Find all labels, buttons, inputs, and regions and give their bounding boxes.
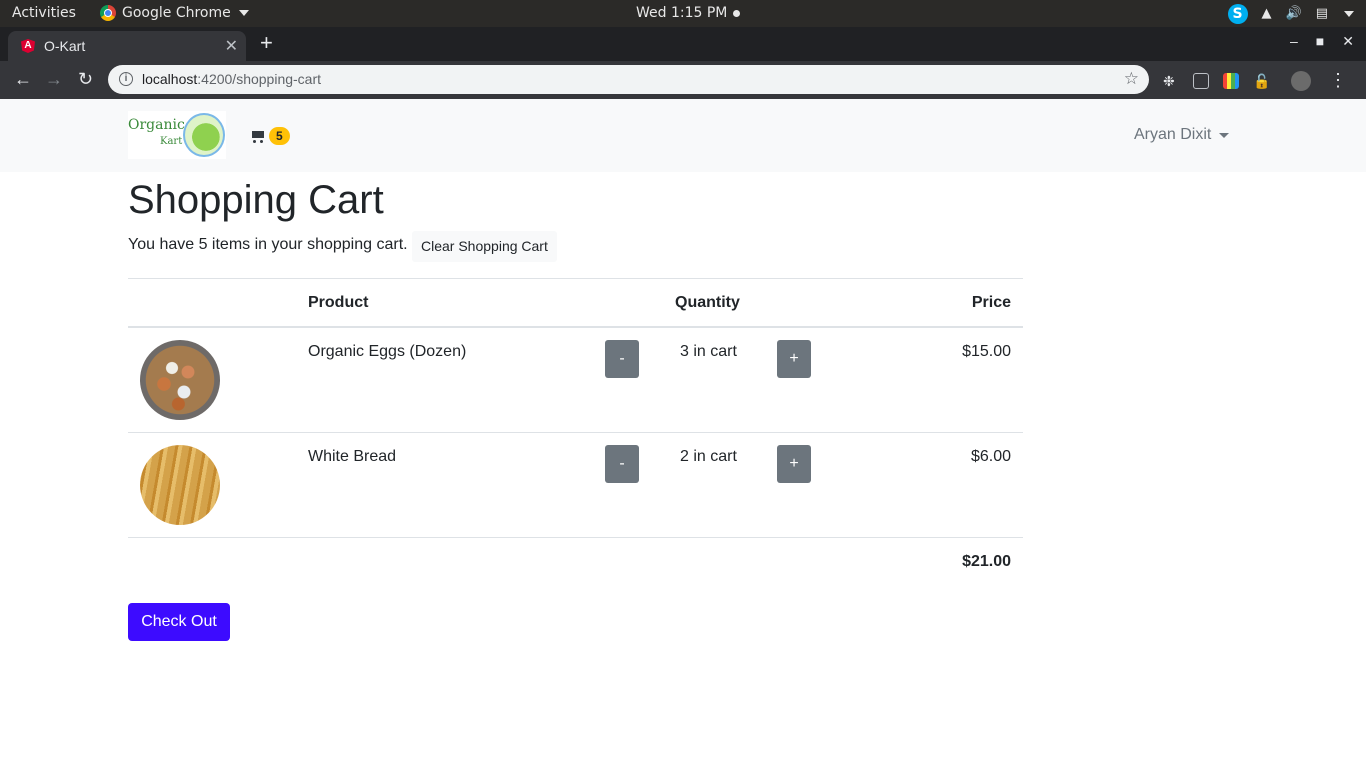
forward-icon[interactable]: → <box>45 69 63 90</box>
increase-quantity-button[interactable]: + <box>777 340 811 378</box>
browser-toolbar: ← → ↻ i localhost:4200/shopping-cart ☆ ❉… <box>0 61 1366 99</box>
close-icon[interactable]: ✕ <box>225 36 238 56</box>
quantity-text: 3 in cart <box>680 343 737 360</box>
column-product: Product <box>308 294 369 311</box>
bookmark-star-icon[interactable]: ☆ <box>1124 69 1139 89</box>
caret-down-icon[interactable] <box>1344 10 1354 17</box>
brand-line1: Organic <box>128 117 185 133</box>
brand-line2: Kart <box>160 136 183 147</box>
clock[interactable]: Wed 1:15 PM <box>636 5 741 21</box>
menu-dots-icon[interactable]: ⋮ <box>1329 70 1347 91</box>
chrome-icon <box>100 5 116 21</box>
network-icon[interactable]: ▲ <box>1262 6 1272 21</box>
address-bar[interactable]: i localhost:4200/shopping-cart ☆ <box>108 65 1149 94</box>
user-dropdown[interactable]: Aryan Dixit <box>1134 126 1230 144</box>
window-controls: – ■ ✕ <box>1290 33 1354 50</box>
table-row: Organic Eggs (Dozen) - 3 in cart + $15.0… <box>128 328 1023 433</box>
extensions: ❉ 🔓 ⋮ <box>1163 70 1347 91</box>
brand-logo[interactable]: Organic Kart <box>128 111 226 159</box>
table-header: Product Quantity Price <box>128 278 1023 328</box>
clear-cart-button[interactable]: Clear Shopping Cart <box>412 231 557 262</box>
shopping-cart-icon <box>250 130 265 143</box>
app-menu[interactable]: Google Chrome <box>100 5 249 21</box>
url-host: localhost <box>142 71 198 87</box>
quantity-text: 2 in cart <box>680 448 737 465</box>
cart-count-badge: 5 <box>269 127 290 145</box>
column-quantity: Quantity <box>675 294 740 311</box>
cart-table: Product Quantity Price Organic Eggs (Doz… <box>128 278 1023 586</box>
color-picker-icon[interactable] <box>1223 72 1239 89</box>
close-window-icon[interactable]: ✕ <box>1342 33 1354 50</box>
leaf-icon <box>183 113 225 157</box>
notification-dot-icon <box>733 9 741 17</box>
angular-icon: A <box>21 39 35 53</box>
maximize-icon[interactable]: ■ <box>1316 33 1324 50</box>
url-path: :4200/shopping-cart <box>197 71 322 87</box>
profile-avatar[interactable] <box>1291 70 1311 91</box>
info-icon[interactable]: i <box>119 72 133 86</box>
reload-icon[interactable]: ↻ <box>78 69 93 90</box>
tab-strip: A O-Kart ✕ + – ■ ✕ <box>0 27 1366 61</box>
skype-icon[interactable]: S <box>1227 3 1248 24</box>
cart-link[interactable]: 5 <box>250 127 290 145</box>
caret-down-icon <box>238 10 249 16</box>
page-title: Shopping Cart <box>128 178 384 222</box>
back-icon[interactable]: ← <box>14 69 32 90</box>
table-row: White Bread - 2 in cart + $6.00 <box>128 433 1023 538</box>
activities-button[interactable]: Activities <box>12 5 76 21</box>
tab-okart[interactable]: A O-Kart ✕ <box>8 31 246 61</box>
item-price: $6.00 <box>970 448 1011 465</box>
tab-title: O-Kart <box>44 38 86 54</box>
decrease-quantity-button[interactable]: - <box>605 340 639 378</box>
bread-image <box>140 445 220 525</box>
os-top-bar: Activities Google Chrome Wed 1:15 PM S ▲… <box>0 0 1366 27</box>
product-name: White Bread <box>308 448 397 465</box>
new-tab-icon[interactable]: + <box>260 30 273 56</box>
item-price: $15.00 <box>962 343 1011 360</box>
lock-icon[interactable]: 🔓 <box>1253 73 1270 89</box>
url-text[interactable]: localhost:4200/shopping-cart <box>142 71 321 87</box>
mail-icon[interactable] <box>1193 72 1209 89</box>
clipboard-icon[interactable]: ▤ <box>1316 6 1328 21</box>
minimize-icon[interactable]: – <box>1290 33 1298 50</box>
cart-summary: You have 5 items in your shopping cart. <box>128 236 408 253</box>
decrease-quantity-button[interactable]: - <box>605 445 639 483</box>
cart-total: $21.00 <box>962 553 1011 570</box>
product-name: Organic Eggs (Dozen) <box>308 343 467 360</box>
increase-quantity-button[interactable]: + <box>777 445 811 483</box>
app-navbar: Organic Kart 5 Aryan Dixit <box>0 99 1366 172</box>
eggs-image <box>140 340 220 420</box>
system-tray: S ▲ 🔊 ▤ <box>1227 3 1354 24</box>
caret-down-icon <box>1219 132 1230 138</box>
column-price: Price <box>971 294 1011 311</box>
checkout-button[interactable]: Check Out <box>128 603 230 641</box>
user-name: Aryan Dixit <box>1134 126 1212 143</box>
app-menu-label: Google Chrome <box>122 5 231 21</box>
clock-label: Wed 1:15 PM <box>636 5 728 21</box>
volume-icon[interactable]: 🔊 <box>1286 6 1302 21</box>
table-footer: $21.00 <box>128 538 1023 586</box>
extension-paw-icon[interactable]: ❉ <box>1163 73 1179 89</box>
